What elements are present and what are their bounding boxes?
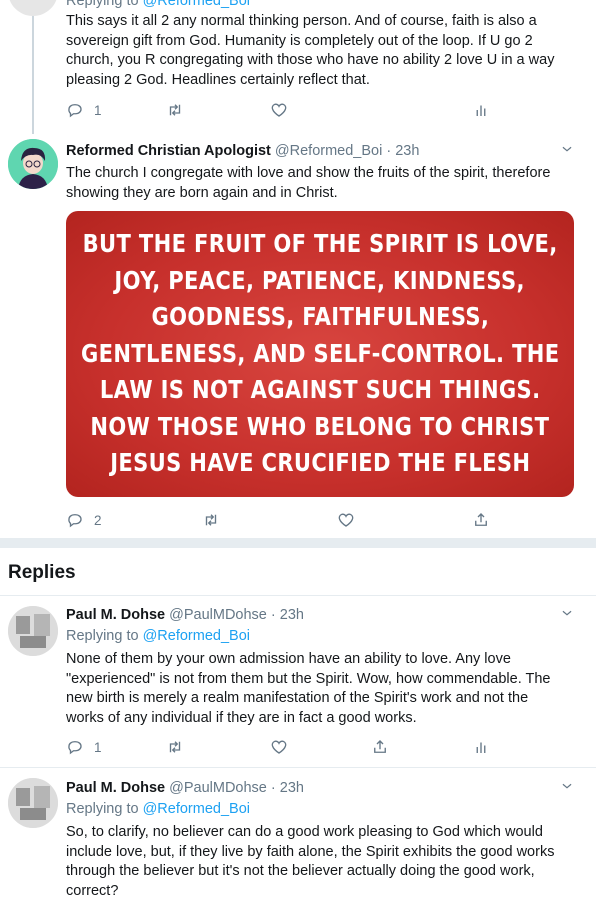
- reply-count: 1: [94, 739, 102, 755]
- reply-count: 1: [94, 102, 102, 118]
- author-name[interactable]: Paul M. Dohse: [66, 607, 165, 623]
- avatar[interactable]: [8, 0, 58, 16]
- like-button[interactable]: [337, 509, 355, 531]
- retweet-icon: [169, 741, 181, 753]
- replying-to: Replying to @Reformed_Boi: [66, 0, 250, 9]
- analytics-button[interactable]: [472, 736, 490, 758]
- tweet-text-line: through the believer but it's not the be…: [66, 863, 535, 879]
- author-handle-time[interactable]: @Reformed_Boi · 23h: [275, 143, 419, 159]
- heart-icon: [271, 740, 287, 754]
- retweet-icon: [169, 104, 181, 116]
- tweet-text-line: church, you R congregating with those wh…: [66, 52, 555, 68]
- tweet-actions: 1: [66, 99, 496, 121]
- tweet-text-line: This says it all 2 any normal thinking p…: [66, 13, 537, 29]
- tweet-text: None of them by your own admission have …: [66, 650, 582, 728]
- reply-icon: [68, 741, 82, 755]
- replying-handle-link[interactable]: @Reformed_Boi: [143, 801, 250, 817]
- tweet-text-line: sovereign gift from God. Humanity is com…: [66, 32, 533, 49]
- image-text-line: LAW IS NOT AGAINST SUCH THINGS.: [99, 375, 541, 405]
- avatar-illustration: [8, 139, 58, 189]
- tweet-text-line: include love, but, if they live by faith…: [66, 843, 555, 860]
- reply-button[interactable]: 1: [66, 736, 102, 758]
- image-text-line: NOW THOSE WHO BELONG TO CHRIST: [90, 411, 550, 441]
- replying-handle-link[interactable]: @Reformed_Boi: [143, 0, 250, 9]
- heart-icon: [338, 513, 354, 527]
- reply-button[interactable]: 1: [66, 99, 102, 121]
- image-text-line: JOY, PEACE, PATIENCE, KINDNESS,: [114, 265, 526, 295]
- replies-heading: Replies: [8, 562, 76, 583]
- reply-button[interactable]: 2: [66, 509, 102, 531]
- like-button[interactable]: [270, 736, 288, 758]
- chevron-down-icon[interactable]: [560, 779, 574, 793]
- avatar-illustration: [8, 778, 58, 828]
- tweet-actions: 1: [66, 736, 496, 758]
- author-handle-time[interactable]: @PaulMDohse · 23h: [169, 780, 304, 796]
- tweet-image[interactable]: BUT THE FRUIT OF THE SPIRIT IS LOVE, JOY…: [66, 211, 574, 497]
- chevron-down-icon[interactable]: [560, 606, 574, 620]
- tweet-text: So, to clarify, no believer can do a goo…: [66, 823, 582, 901]
- replying-prefix: Replying to: [66, 801, 139, 817]
- avatar[interactable]: [8, 139, 58, 189]
- retweet-button[interactable]: [166, 736, 184, 758]
- image-text-line: GOODNESS, FAITHFULNESS,: [151, 302, 489, 332]
- thread-line: [32, 16, 34, 134]
- replying-to: Replying to @Reformed_Boi: [66, 628, 250, 644]
- like-button[interactable]: [270, 99, 288, 121]
- tweet-text-line: correct?: [66, 882, 119, 899]
- tweet-actions: 2: [66, 509, 496, 531]
- analytics-icon: [476, 742, 486, 753]
- tweet-text-line: The church I congregate with love and sh…: [66, 165, 551, 181]
- share-button[interactable]: [472, 509, 490, 531]
- author-name[interactable]: Reformed Christian Apologist: [66, 143, 271, 159]
- retweet-button[interactable]: [202, 509, 220, 531]
- analytics-icon: [476, 105, 486, 116]
- reply-tweet[interactable]: Paul M. Dohse @PaulMDohse · 23h Replying…: [0, 768, 596, 906]
- avatar[interactable]: [8, 606, 58, 656]
- avatar[interactable]: [8, 778, 58, 828]
- tweet-text-line: pleasing 2 God. Headlines certainly refl…: [66, 71, 370, 88]
- tweet-text-line: new birth is merely a realm manifestatio…: [66, 690, 529, 706]
- retweet-icon: [205, 514, 217, 526]
- tweet-text: The church I congregate with love and sh…: [66, 164, 582, 203]
- heart-icon: [271, 103, 287, 117]
- top-tweet[interactable]: Replying to @Reformed_Boi This says it a…: [0, 0, 596, 134]
- author-name[interactable]: Paul M. Dohse: [66, 780, 165, 796]
- replying-prefix: Replying to: [66, 0, 139, 9]
- share-icon: [475, 513, 487, 526]
- tweet-text-line: None of them by your own admission have …: [66, 651, 511, 667]
- tweet-text-line: So, to clarify, no believer can do a goo…: [66, 824, 543, 840]
- image-text-line: JESUS HAVE CRUCIFIED THE FLESH: [109, 448, 531, 478]
- reply-count: 2: [94, 512, 102, 528]
- share-icon: [374, 740, 386, 753]
- tweet-text: This says it all 2 any normal thinking p…: [66, 12, 582, 90]
- tweet-header: Reformed Christian Apologist @Reformed_B…: [66, 143, 419, 159]
- tweet-header: Paul M. Dohse @PaulMDohse · 23h: [66, 780, 304, 796]
- replying-to: Replying to @Reformed_Boi: [66, 801, 250, 817]
- tweet-text-line: "experienced" is not from them but the S…: [66, 670, 551, 687]
- replying-handle-link[interactable]: @Reformed_Boi: [143, 628, 250, 644]
- reply-tweet[interactable]: Paul M. Dohse @PaulMDohse · 23h Replying…: [0, 596, 596, 766]
- replying-prefix: Replying to: [66, 628, 139, 644]
- tweet-header: Paul M. Dohse @PaulMDohse · 23h: [66, 607, 304, 623]
- tweet-text-line: showing they are born again and in Chris…: [66, 184, 338, 201]
- tweet-text-line: works of any individual if they are in f…: [66, 709, 417, 726]
- share-button[interactable]: [371, 736, 389, 758]
- analytics-button[interactable]: [472, 99, 490, 121]
- chevron-down-icon[interactable]: [560, 142, 574, 156]
- avatar-illustration: [8, 606, 58, 656]
- author-handle-time[interactable]: @PaulMDohse · 23h: [169, 607, 304, 623]
- image-text-line: BUT THE FRUIT OF THE SPIRIT IS LOVE,: [82, 229, 558, 259]
- section-divider: [0, 538, 596, 548]
- reply-icon: [68, 514, 82, 528]
- reply-icon: [68, 104, 82, 118]
- image-text-line: GENTLENESS, AND SELF-CONTROL. THE: [80, 338, 560, 368]
- retweet-button[interactable]: [166, 99, 184, 121]
